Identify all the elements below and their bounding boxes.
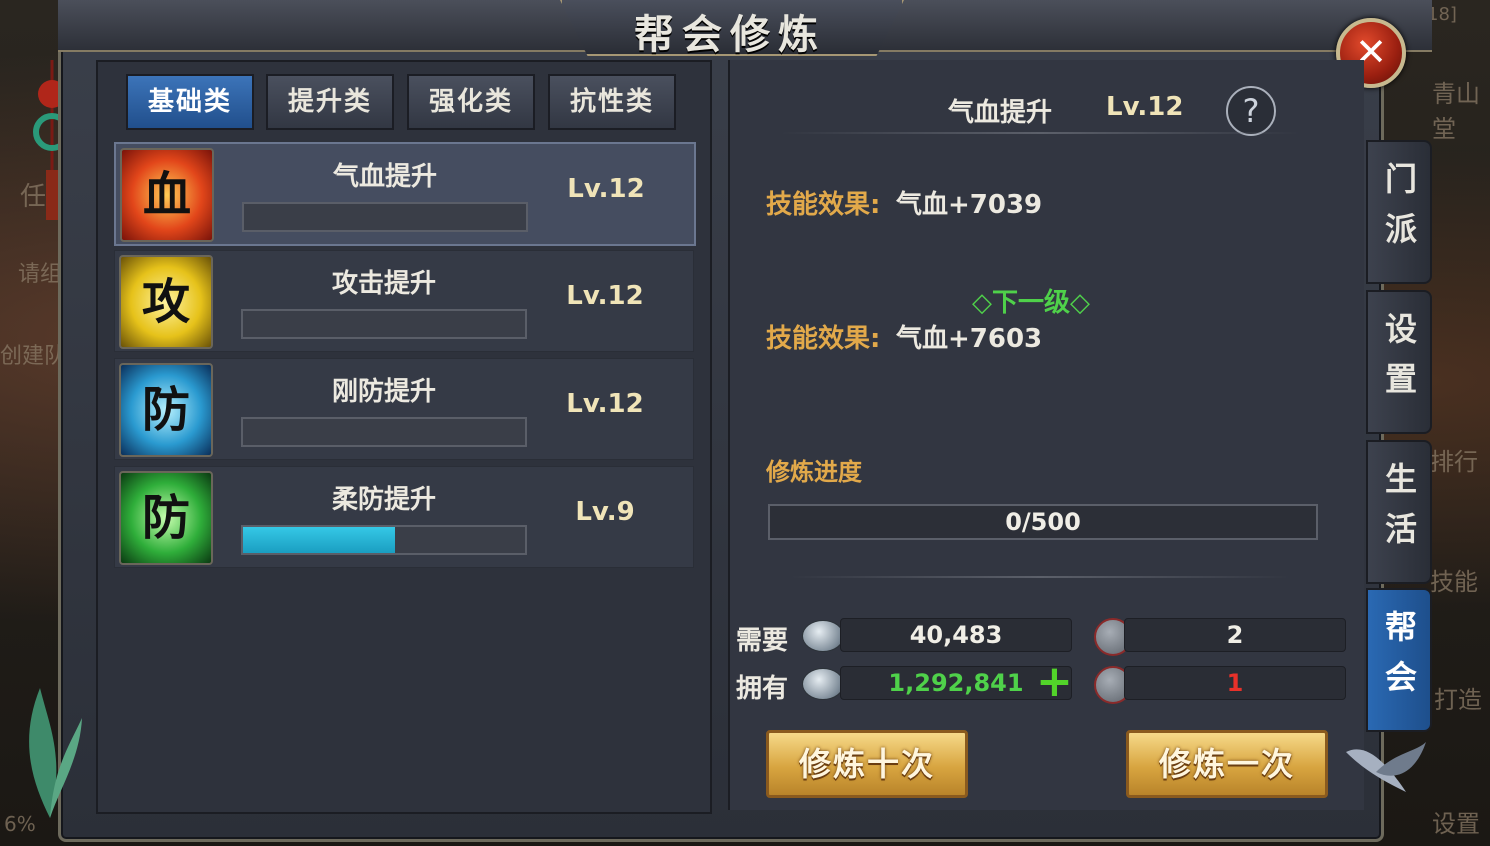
window-title: 帮会修炼 (634, 12, 826, 58)
side-tab-guild[interactable]: 帮会 (1366, 588, 1432, 732)
next-effect: 气血+7603 (896, 324, 1043, 354)
next-level-label: ◇下一级◇ (972, 288, 1090, 318)
bg-text: 创建队 (0, 344, 67, 369)
magic-defense-icon: 防 (119, 471, 213, 565)
skill-name: 攻击提升 (331, 269, 436, 299)
help-icon: ? (1242, 92, 1260, 130)
silver-coin-icon (802, 668, 844, 700)
skill-level: Lv.12 (566, 281, 644, 311)
skill-progress-bar (241, 525, 527, 555)
tab-strengthen[interactable]: 强化类 (407, 74, 535, 130)
divider (790, 576, 1290, 578)
need-contribution: 2 (1124, 618, 1346, 652)
bg-text: 技能 (1430, 568, 1478, 596)
help-button[interactable]: ? (1226, 86, 1276, 136)
bg-text: 设置 (1432, 810, 1480, 838)
detail-skill-level: Lv.12 (1106, 92, 1184, 122)
bird-ornament-icon (1346, 742, 1426, 792)
tab-resistance[interactable]: 抗性类 (548, 74, 676, 130)
attack-icon: 攻 (119, 255, 213, 349)
effect-label: 技能效果: (766, 190, 881, 220)
side-tab-sect[interactable]: 门派 (1366, 140, 1432, 284)
add-silver-button[interactable]: + (1036, 660, 1073, 704)
train-ten-times-button[interactable]: 修炼十次 (766, 730, 968, 798)
physical-defense-icon: 防 (119, 363, 213, 457)
skill-level: Lv.12 (566, 389, 644, 419)
skill-progress-bar (241, 309, 527, 339)
need-label: 需要 (736, 626, 789, 656)
skill-name: 刚防提升 (331, 377, 436, 407)
skill-row-physical-defense[interactable]: 防 刚防提升 Lv.12 (114, 358, 694, 460)
tab-basic[interactable]: 基础类 (126, 74, 254, 130)
skill-name: 气血提升 (332, 162, 437, 192)
side-tab-settings[interactable]: 设置 (1366, 290, 1432, 434)
skill-progress-bar (241, 417, 527, 447)
have-label: 拥有 (736, 674, 789, 704)
leaf-ornament-icon (29, 688, 82, 818)
skill-row-magic-defense[interactable]: 防 柔防提升 Lv.9 (114, 466, 694, 568)
need-silver: 40,483 (840, 618, 1072, 652)
bg-text: 打造 (1434, 686, 1482, 714)
skill-row-hp[interactable]: 血 气血提升 Lv.12 (114, 142, 696, 246)
silver-coin-icon (802, 620, 844, 652)
skill-level: Lv.12 (567, 174, 645, 204)
divider (780, 132, 1300, 134)
bg-text: 青山堂 (1432, 80, 1480, 143)
tab-enhance[interactable]: 提升类 (266, 74, 394, 130)
train-once-button[interactable]: 修炼一次 (1126, 730, 1328, 798)
blood-icon: 血 (120, 148, 214, 242)
bg-text: 排行 (1430, 448, 1478, 476)
side-tab-life[interactable]: 生活 (1366, 440, 1432, 584)
skill-level: Lv.9 (575, 497, 635, 527)
skill-name: 柔防提升 (331, 485, 436, 515)
progress-label: 修炼进度 (766, 458, 862, 486)
current-effect: 气血+7039 (896, 190, 1043, 220)
bg-text: 请组 (18, 262, 63, 287)
training-progress-bar: 0/500 (768, 504, 1318, 540)
skill-progress-bar (242, 202, 528, 232)
next-effect-label: 技能效果: (766, 324, 881, 354)
detail-skill-name: 气血提升 (948, 98, 1053, 128)
skill-row-attack[interactable]: 攻 攻击提升 Lv.12 (114, 250, 694, 352)
have-contribution: 1 (1124, 666, 1346, 700)
